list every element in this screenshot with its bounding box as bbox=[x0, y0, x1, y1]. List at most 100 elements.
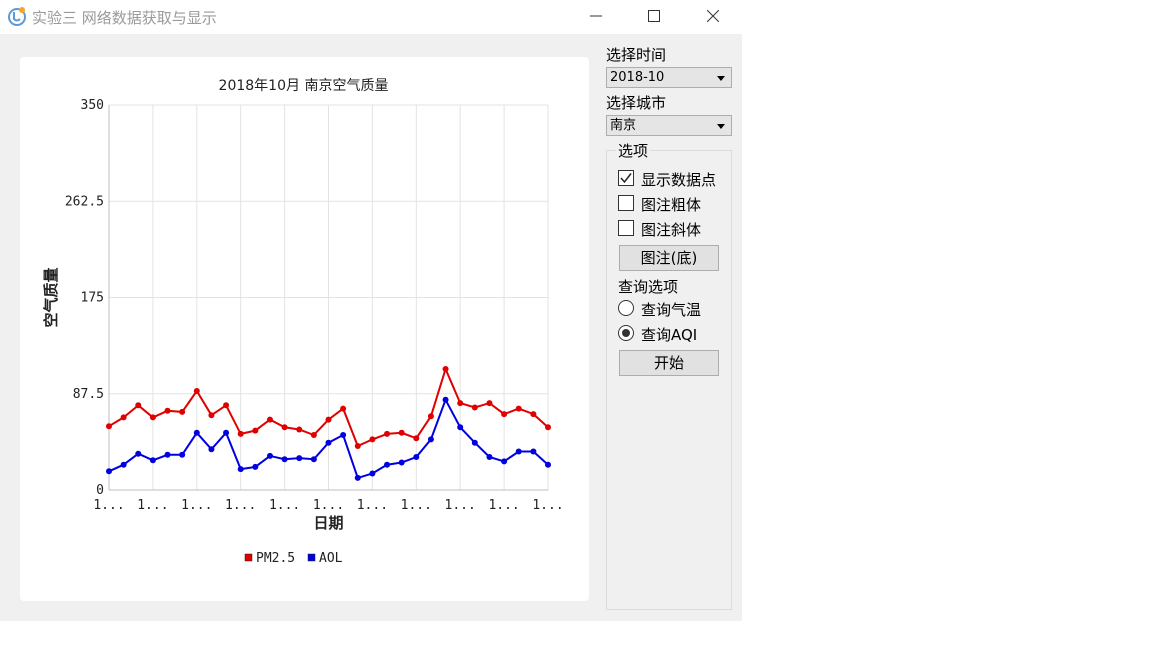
data-point bbox=[427, 413, 434, 420]
chevron-down-icon bbox=[717, 76, 725, 81]
app-icon bbox=[8, 7, 26, 26]
data-point bbox=[193, 429, 200, 436]
data-point bbox=[164, 407, 171, 414]
time-select-value: 2018-10 bbox=[610, 70, 665, 85]
italic-legend-checkbox[interactable] bbox=[618, 220, 634, 236]
city-select[interactable]: 南京 bbox=[606, 115, 732, 136]
data-point bbox=[340, 405, 347, 412]
data-point bbox=[384, 461, 391, 468]
data-point bbox=[457, 424, 464, 431]
data-point bbox=[237, 430, 244, 437]
x-tick-label: 1... bbox=[488, 498, 519, 513]
data-point bbox=[120, 461, 127, 468]
x-tick-label: 1... bbox=[532, 498, 563, 513]
x-axis-title: 日期 bbox=[313, 514, 343, 532]
data-point bbox=[442, 366, 449, 372]
y-tick-label: 175 bbox=[81, 291, 104, 306]
title-bar[interactable]: 实验三 网络数据获取与显示 bbox=[0, 0, 742, 34]
data-point bbox=[471, 404, 478, 411]
data-point bbox=[208, 412, 215, 419]
data-point bbox=[266, 416, 273, 423]
data-point bbox=[237, 466, 244, 473]
checkmark-icon bbox=[620, 173, 632, 184]
x-tick-label: 1... bbox=[269, 498, 300, 513]
query-aqi-label: 查询AQI bbox=[641, 326, 698, 344]
data-point bbox=[252, 463, 259, 470]
query-options-title: 查询选项 bbox=[618, 278, 679, 296]
data-point bbox=[106, 468, 112, 475]
close-button[interactable] bbox=[690, 0, 736, 32]
data-point bbox=[515, 405, 522, 412]
data-point bbox=[296, 455, 303, 462]
legend-label: AOL bbox=[319, 551, 343, 566]
data-point bbox=[413, 435, 420, 442]
data-point bbox=[398, 429, 405, 436]
data-point bbox=[325, 439, 332, 446]
data-point bbox=[310, 456, 317, 463]
data-point bbox=[135, 450, 142, 457]
data-point bbox=[501, 458, 508, 465]
x-tick-label: 1... bbox=[137, 498, 168, 513]
italic-legend-label: 图注斜体 bbox=[641, 221, 702, 239]
data-point bbox=[457, 400, 464, 407]
x-tick-label: 1... bbox=[181, 498, 212, 513]
data-point bbox=[545, 424, 551, 431]
maximize-button[interactable] bbox=[631, 0, 677, 32]
data-point bbox=[106, 423, 112, 430]
y-tick-label: 350 bbox=[81, 98, 104, 113]
data-point bbox=[281, 456, 288, 463]
query-temp-label: 查询气温 bbox=[641, 301, 702, 319]
data-point bbox=[442, 396, 449, 403]
query-aqi-radio[interactable] bbox=[618, 325, 634, 341]
x-tick-label: 1... bbox=[445, 498, 476, 513]
y-tick-label: 0 bbox=[96, 483, 104, 498]
city-select-value: 南京 bbox=[610, 118, 637, 133]
data-point bbox=[310, 432, 317, 438]
data-point bbox=[398, 459, 405, 466]
chevron-down-icon bbox=[717, 124, 725, 129]
chart-panel: 0 87.5 175 262.5 350 1... 1... 1... 1... 1... 1...… bbox=[20, 57, 589, 601]
data-point bbox=[149, 414, 156, 421]
legend-marker bbox=[244, 553, 253, 562]
data-point bbox=[208, 446, 215, 453]
data-point bbox=[530, 411, 537, 418]
data-point bbox=[427, 436, 434, 443]
chart-title: 2018年10月 南京空气质量 bbox=[219, 78, 389, 94]
legend-marker bbox=[307, 553, 316, 562]
data-point bbox=[223, 402, 230, 409]
data-point bbox=[149, 457, 156, 464]
data-point bbox=[340, 432, 347, 438]
data-point bbox=[384, 430, 391, 437]
data-point bbox=[486, 454, 493, 460]
data-point bbox=[252, 427, 259, 434]
data-point bbox=[369, 470, 376, 477]
time-label: 选择时间 bbox=[606, 46, 667, 64]
data-point bbox=[530, 448, 537, 455]
data-point bbox=[354, 443, 361, 449]
legend-position-button[interactable]: 图注(底) bbox=[619, 245, 719, 271]
data-point bbox=[266, 452, 273, 459]
data-point bbox=[193, 388, 200, 394]
query-temp-radio[interactable] bbox=[618, 300, 634, 316]
data-point bbox=[179, 408, 186, 415]
bold-legend-checkbox[interactable] bbox=[618, 195, 634, 211]
x-tick-label: 1... bbox=[357, 498, 388, 513]
y-axis-title: 空气质量 bbox=[42, 267, 60, 327]
data-point bbox=[486, 400, 493, 407]
show-points-checkbox[interactable] bbox=[618, 170, 634, 186]
data-point bbox=[296, 426, 303, 433]
data-point bbox=[515, 448, 522, 455]
data-point bbox=[325, 416, 332, 423]
show-points-label: 显示数据点 bbox=[641, 171, 717, 189]
data-point bbox=[545, 461, 551, 468]
window-title: 实验三 网络数据获取与显示 bbox=[32, 9, 217, 27]
y-tick-label: 87.5 bbox=[73, 387, 104, 402]
data-point bbox=[369, 436, 376, 443]
data-point bbox=[471, 439, 478, 446]
data-point bbox=[501, 411, 508, 418]
minimize-button[interactable] bbox=[573, 0, 619, 32]
time-select[interactable]: 2018-10 bbox=[606, 67, 732, 88]
x-tick-label: 1... bbox=[225, 498, 256, 513]
start-button[interactable]: 开始 bbox=[619, 350, 719, 376]
options-title: 选项 bbox=[616, 140, 651, 161]
